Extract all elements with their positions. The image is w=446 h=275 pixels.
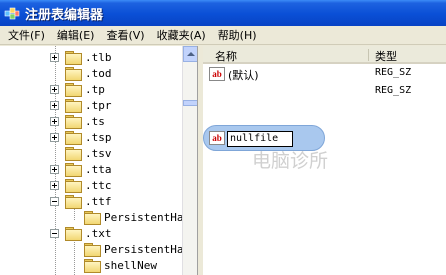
folder-icon: [65, 98, 82, 113]
menu-favorites[interactable]: 收藏夹(A): [151, 27, 212, 43]
expand-plus-icon[interactable]: [50, 180, 59, 190]
folder-icon: [65, 130, 82, 145]
tree-item-label: shellNew: [104, 258, 157, 272]
menu-file[interactable]: 文件(F): [2, 27, 51, 43]
tree-item-label: .tsp: [85, 130, 112, 144]
tree-item[interactable]: .txt: [50, 225, 112, 241]
folder-icon: [65, 178, 82, 193]
folder-icon: [65, 226, 82, 241]
watermark: 电脑诊所: [252, 146, 328, 173]
column-header-type[interactable]: 类型: [375, 48, 397, 64]
collapse-minus-icon[interactable]: [50, 196, 59, 206]
folder-icon: [65, 82, 82, 97]
tree-item[interactable]: .tpr: [50, 97, 112, 113]
tree-item[interactable]: .tlb: [50, 49, 112, 65]
registry-key-tree: .tlb .tod .tp .tpr .ts .tsp .tsv .tta .ttc .ttf Pe…: [0, 46, 198, 275]
list-item[interactable]: REG_SZ: [203, 84, 446, 100]
tree-item[interactable]: .tsp: [50, 129, 112, 145]
tree-item-label: .tlb: [85, 50, 112, 64]
tree-item-label: .ts: [85, 114, 105, 128]
tree-item-label: PersistentHar: [104, 210, 191, 224]
title-bar: 注册表编辑器: [0, 0, 446, 26]
folder-icon: [65, 114, 82, 129]
folder-icon: [65, 146, 82, 161]
tree-guide-line-sub: [74, 238, 75, 275]
expand-plus-icon[interactable]: [50, 100, 59, 110]
scrollbar-thumb[interactable]: [183, 100, 197, 106]
folder-icon: [65, 162, 82, 177]
watermark-text: 电脑诊所: [252, 150, 329, 172]
expand-plus-icon[interactable]: [50, 116, 59, 126]
scroll-up-arrow-icon[interactable]: [183, 46, 197, 62]
tree-item[interactable]: shellNew: [84, 257, 157, 273]
rename-input[interactable]: nullfile: [227, 131, 293, 147]
value-type: REG_SZ: [375, 67, 412, 78]
tree-item[interactable]: .ttc: [50, 177, 112, 193]
tree-vertical-scrollbar[interactable]: [182, 46, 197, 275]
client-area: .tlb .tod .tp .tpr .ts .tsp .tsv .tta .ttc .ttf Pe…: [0, 46, 446, 275]
column-header-name[interactable]: 名称: [215, 48, 237, 64]
tree-item[interactable]: .tod: [50, 65, 112, 81]
list-header: 名称 类型: [203, 46, 446, 64]
ab-string-icon: ab: [209, 131, 225, 145]
regedit-app-icon: [4, 7, 20, 20]
folder-icon: [84, 242, 101, 257]
tree-item[interactable]: .ttf: [50, 193, 112, 209]
value-name: (默认): [228, 69, 259, 82]
value-type: REG_SZ: [375, 85, 412, 96]
tree-item-label: .tod: [85, 66, 112, 80]
folder-icon: [84, 210, 101, 225]
tree-item[interactable]: .ts: [50, 113, 105, 129]
tree-item-label: .tsv: [85, 146, 112, 160]
menu-view[interactable]: 查看(V): [100, 27, 150, 43]
folder-icon: [65, 50, 82, 65]
folder-icon: [65, 194, 82, 209]
tree-item[interactable]: .tta: [50, 161, 112, 177]
expand-plus-icon[interactable]: [50, 52, 59, 62]
tree-item-label: .ttc: [85, 178, 112, 192]
folder-icon: [84, 258, 101, 273]
window-title: 注册表编辑器: [25, 7, 104, 23]
list-item[interactable]: ab (默认) REG_SZ: [203, 66, 446, 82]
tree-item[interactable]: .tp: [50, 81, 105, 97]
tree-item[interactable]: PersistentHar: [84, 241, 190, 257]
collapse-minus-icon[interactable]: [50, 228, 59, 238]
menu-help[interactable]: 帮助(H): [212, 27, 263, 43]
tree-item-label: PersistentHar: [104, 242, 191, 256]
tree-item-label: .tta: [85, 162, 112, 176]
tree-item[interactable]: .tsv: [50, 145, 112, 161]
tree-item-label: .txt: [85, 226, 112, 240]
tree-item-label: .ttf: [85, 194, 112, 208]
expand-plus-icon[interactable]: [50, 132, 59, 142]
folder-icon: [65, 66, 82, 81]
column-divider[interactable]: [368, 49, 369, 61]
expand-plus-icon[interactable]: [50, 84, 59, 94]
expand-plus-icon[interactable]: [50, 164, 59, 174]
tree-item[interactable]: PersistentHar: [84, 209, 190, 225]
tree-item-label: .tp: [85, 82, 105, 96]
menu-edit[interactable]: 编辑(E): [51, 27, 101, 43]
ab-string-icon: ab: [209, 67, 225, 81]
menu-bar: 文件(F) 编辑(E) 查看(V) 收藏夹(A) 帮助(H): [0, 26, 446, 45]
tree-item-label: .tpr: [85, 98, 112, 112]
